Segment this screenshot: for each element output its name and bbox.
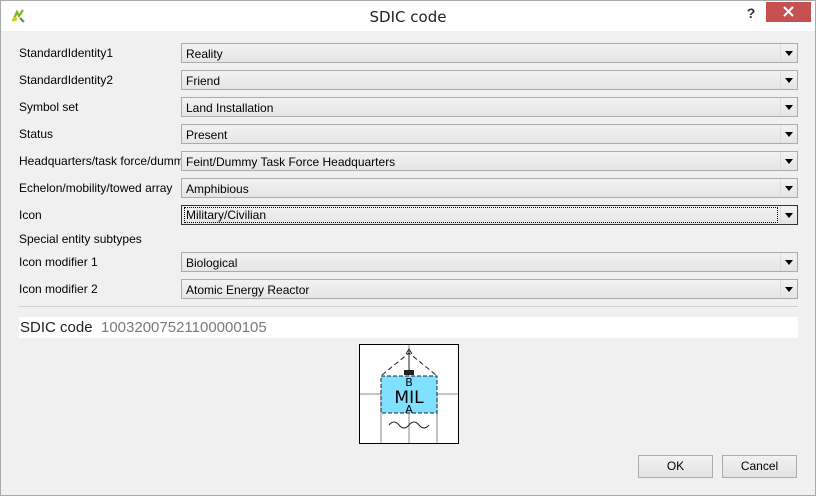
chevron-down-icon[interactable]	[780, 98, 797, 116]
standard-identity-2-value: Friend	[186, 74, 221, 88]
standard-identity-1-value: Reality	[186, 47, 223, 61]
title-bar[interactable]: SDIC code ?	[1, 1, 815, 31]
chevron-down-icon[interactable]	[780, 44, 797, 62]
icon-modifier-2-combo[interactable]: Atomic Energy Reactor	[181, 279, 798, 299]
symbol-set-value: Land Installation	[186, 101, 274, 115]
icon-modifier-1-combo[interactable]: Biological	[181, 252, 798, 272]
icon-modifier-2-value: Atomic Energy Reactor	[186, 283, 310, 297]
icon-label: Icon	[19, 208, 42, 222]
echelon-value: Amphibious	[186, 182, 249, 196]
status-value: Present	[186, 128, 228, 142]
chevron-down-icon[interactable]	[780, 253, 797, 271]
icon-combo[interactable]: Military/Civilian	[181, 205, 798, 225]
bottom-modifier-text: A	[405, 403, 413, 416]
standard-identity-1-combo[interactable]: Reality	[181, 43, 798, 63]
icon-modifier-2-label: Icon modifier 2	[19, 282, 98, 296]
window-title: SDIC code	[369, 8, 447, 26]
sdic-code-value[interactable]: 10032007521100000105	[101, 319, 267, 336]
chevron-down-icon[interactable]	[780, 152, 797, 170]
sdic-code-label: SDIC code	[20, 319, 93, 336]
icon-modifier-1-value: Biological	[186, 256, 238, 270]
status-label: Status	[19, 127, 54, 141]
standard-identity-2-combo[interactable]: Friend	[181, 70, 798, 90]
sdic-dialog: SDIC code ? StandardIdentity1 Reality St…	[0, 0, 816, 496]
status-combo[interactable]: Present	[181, 124, 798, 144]
ok-button[interactable]: OK	[638, 455, 713, 478]
icon-modifier-1-label: Icon modifier 1	[19, 255, 98, 269]
headquarters-label: Headquarters/task force/dummy	[19, 154, 190, 168]
chevron-down-icon[interactable]	[780, 71, 797, 89]
symbol-set-combo[interactable]: Land Installation	[181, 97, 798, 117]
chevron-down-icon[interactable]	[780, 206, 797, 224]
chevron-down-icon[interactable]	[780, 280, 797, 298]
symbol-set-label: Symbol set	[19, 100, 79, 114]
icon-value: Military/Civilian	[184, 207, 778, 223]
chevron-down-icon[interactable]	[780, 125, 797, 143]
echelon-combo[interactable]: Amphibious	[181, 178, 798, 198]
chevron-down-icon[interactable]	[780, 179, 797, 197]
cancel-button[interactable]: Cancel	[722, 455, 797, 478]
headquarters-combo[interactable]: Feint/Dummy Task Force Headquarters	[181, 151, 798, 171]
symbol-preview: B MIL A	[359, 344, 459, 444]
sdic-code-display[interactable]: SDIC code 10032007521100000105	[19, 317, 798, 338]
special-entity-subtypes-label: Special entity subtypes	[19, 232, 142, 246]
headquarters-value: Feint/Dummy Task Force Headquarters	[186, 155, 396, 169]
military-symbol: B MIL A	[360, 345, 458, 443]
help-button[interactable]: ?	[739, 3, 763, 25]
separator	[19, 306, 798, 307]
echelon-label: Echelon/mobility/towed array	[19, 181, 173, 195]
close-icon	[783, 6, 794, 17]
standard-identity-2-label: StandardIdentity2	[19, 73, 114, 87]
close-button[interactable]	[766, 2, 811, 22]
standard-identity-1-label: StandardIdentity1	[19, 46, 114, 60]
